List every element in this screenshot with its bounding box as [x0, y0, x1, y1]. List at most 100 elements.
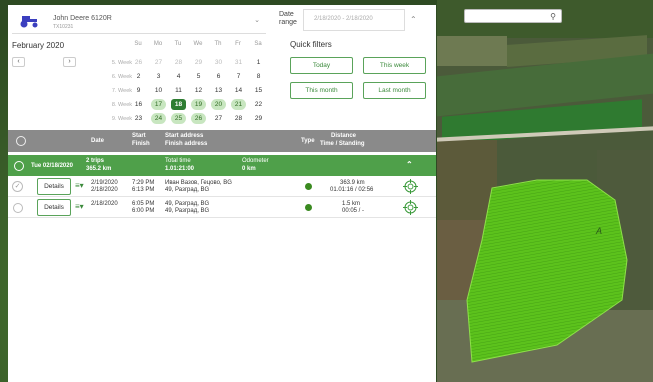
trip-finish-time: 6:00 PM	[132, 208, 155, 214]
select-all-radio[interactable]	[16, 136, 26, 146]
trips-panel: John Deere 6120R TX10231 ⌄ Date range 2/…	[8, 5, 436, 382]
calendar-day[interactable]: 16	[131, 99, 146, 110]
calendar-day[interactable]: 31	[231, 57, 246, 68]
trip-time: 00:05 / -	[342, 208, 365, 214]
weekday-header: Fr	[235, 41, 241, 47]
weekday-header: Su	[134, 41, 142, 47]
calendar-day[interactable]: 2	[131, 71, 146, 82]
calendar-day[interactable]: 27	[151, 57, 166, 68]
row-radio[interactable]	[13, 203, 23, 213]
calendar-day[interactable]: 9	[131, 85, 146, 96]
trip-start-date: 2/18/2020	[91, 201, 118, 207]
calendar-day[interactable]: 25	[171, 113, 186, 124]
calendar-day[interactable]: 4	[171, 71, 186, 82]
weekday-header: Sa	[254, 41, 262, 47]
last-month-button[interactable]: Last month	[363, 82, 426, 99]
map-search-input[interactable]: ⚲	[464, 9, 562, 23]
details-button[interactable]: Details	[37, 178, 71, 195]
col-date: Date	[91, 138, 105, 144]
details-button[interactable]: Details	[37, 199, 71, 216]
calendar-day[interactable]: 26	[131, 57, 146, 68]
chevron-left-icon: ‹	[17, 58, 20, 65]
week-label: 5. Week	[111, 60, 132, 66]
calendar-day[interactable]: 18	[171, 99, 186, 110]
group-date: Tue 02/18/2020	[31, 163, 73, 169]
col-time: Time / Standing	[320, 141, 365, 147]
calendar-day[interactable]: 28	[171, 57, 186, 68]
chevron-up-icon[interactable]: ⌃	[406, 161, 413, 169]
week-label: 6. Week	[111, 74, 132, 80]
calendar-day[interactable]: 14	[231, 85, 246, 96]
calendar-day[interactable]: 20	[211, 99, 226, 110]
weekday-header: Tu	[174, 41, 182, 47]
calendar-day[interactable]: 10	[151, 85, 166, 96]
calendar-day[interactable]: 1	[251, 57, 266, 68]
map-field-polygon[interactable]	[437, 0, 653, 382]
weekday-header: We	[193, 41, 203, 47]
calendar-day[interactable]: 30	[211, 57, 226, 68]
next-month-button[interactable]: ›	[63, 57, 76, 67]
date-range-value: 2/18/2020 - 2/18/2020	[314, 16, 373, 22]
calendar-day[interactable]: 15	[251, 85, 266, 96]
menu-icon[interactable]: ≡▾	[75, 182, 84, 190]
chevron-up-icon[interactable]: ⌃	[410, 15, 417, 24]
calendar-day[interactable]: 29	[191, 57, 206, 68]
trip-time: 01.01:16 / 02:56	[330, 187, 374, 193]
menu-icon[interactable]: ≡▾	[75, 203, 84, 211]
col-finish: Finish	[132, 141, 150, 147]
group-total-label: Total time	[165, 158, 191, 164]
table-header: Date Start Finish Start address Finish a…	[8, 130, 436, 152]
this-month-button[interactable]: This month	[290, 82, 353, 99]
calendar-day[interactable]: 7	[231, 71, 246, 82]
trip-type-dot	[305, 183, 312, 190]
weekday-header: Th	[214, 41, 222, 47]
calendar-day[interactable]: 24	[151, 113, 166, 124]
calendar-month: February 2020	[12, 41, 65, 50]
calendar-day[interactable]: 8	[251, 71, 266, 82]
col-finish-address: Finish address	[165, 141, 208, 147]
calendar-day[interactable]: 11	[171, 85, 186, 96]
group-odometer-label: Odometer	[242, 158, 269, 164]
field-label: A	[596, 226, 603, 236]
prev-month-button[interactable]: ‹	[12, 57, 25, 67]
this-week-button[interactable]: This week	[363, 57, 426, 74]
trip-start-time: 7:29 PM	[132, 180, 155, 186]
table-row[interactable]: ✓ Details ≡▾ 2/19/2020 2/18/2020 7:29 PM…	[8, 177, 436, 197]
calendar-day[interactable]: 12	[191, 85, 206, 96]
search-icon[interactable]: ⚲	[547, 11, 559, 22]
calendar-day[interactable]: 21	[231, 99, 246, 110]
calendar-day[interactable]: 3	[151, 71, 166, 82]
check-icon[interactable]: ✓	[12, 181, 23, 192]
trip-start-address: 49, Разград, BG	[165, 201, 210, 207]
calendar-day[interactable]: 29	[251, 113, 266, 124]
calendar-day[interactable]: 28	[231, 113, 246, 124]
week-label: 9. Week	[111, 116, 132, 122]
calendar-day[interactable]: 26	[191, 113, 206, 124]
group-radio[interactable]	[14, 161, 24, 171]
calendar-day[interactable]: 13	[211, 85, 226, 96]
trip-start-address: Иван Вазов, Гецово, BG	[165, 180, 232, 186]
calendar-day[interactable]: 19	[191, 99, 206, 110]
date-range-input[interactable]: 2/18/2020 - 2/18/2020	[303, 9, 405, 31]
vehicle-select[interactable]: John Deere 6120R TX10231 ⌄	[12, 8, 266, 34]
calendar-day[interactable]: 17	[151, 99, 166, 110]
calendar-day[interactable]: 22	[251, 99, 266, 110]
trip-finish-address: 49, Разград, BG	[165, 208, 210, 214]
col-distance: Distance	[331, 133, 357, 139]
trip-distance: 1.5 km	[342, 201, 361, 207]
group-total-value: 1.01:21:00	[165, 166, 195, 172]
vehicle-name: John Deere 6120R	[53, 15, 112, 22]
calendar-day[interactable]: 5	[191, 71, 206, 82]
locate-target-icon[interactable]	[403, 200, 418, 215]
week-label: 7. Week	[111, 88, 132, 94]
calendar-day[interactable]: 6	[211, 71, 226, 82]
trip-group-row[interactable]: Tue 02/18/2020 2 trips 365.2 km Total ti…	[8, 155, 436, 176]
calendar-day[interactable]: 23	[131, 113, 146, 124]
col-type: Type	[301, 138, 315, 144]
chevron-down-icon[interactable]: ⌄	[254, 16, 260, 24]
table-row[interactable]: Details ≡▾ 2/18/2020 6:05 PM 6:00 PM 49,…	[8, 198, 436, 218]
locate-target-icon[interactable]	[403, 179, 418, 194]
today-button[interactable]: Today	[290, 57, 353, 74]
calendar-day[interactable]: 27	[211, 113, 226, 124]
vehicle-id: TX10231	[53, 24, 74, 30]
